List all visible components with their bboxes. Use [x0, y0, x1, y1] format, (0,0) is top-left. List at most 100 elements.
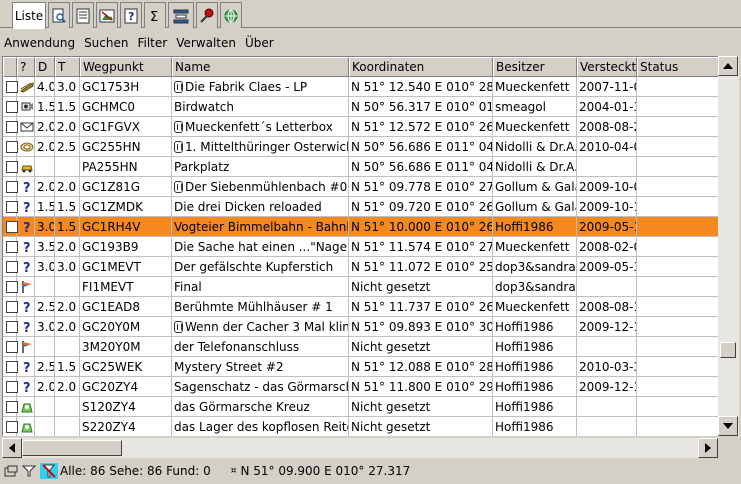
globe-icon	[224, 9, 238, 22]
vertical-scroll-thumb[interactable]	[720, 342, 736, 358]
table-row[interactable]: ? 3.5 2.0 GC193B9 Die Sache hat einen ..."Na…	[3, 237, 718, 257]
scroll-up-button[interactable]	[718, 56, 738, 76]
center-marker-icon: ¤	[230, 466, 237, 476]
table-row[interactable]: ? 2.5 1.5 GC25WEK Mystery Street #2 N 51° 12.…	[3, 357, 718, 377]
menu-suchen[interactable]: Suchen	[80, 34, 133, 54]
hidden-date-cell: 2004-01-3	[577, 97, 637, 117]
column-header-9[interactable]: Status	[637, 57, 718, 77]
table-row[interactable]: ? 3.0 2.0 GC20Y0M Wenn der Cacher 3 Mal klin…	[3, 317, 718, 337]
table-row[interactable]: S220ZY4 das Lager des kopflosen Reite Nich…	[3, 417, 718, 436]
hidden-date-cell: 2010-03-3	[577, 357, 637, 377]
window-toggle-icon[interactable]	[4, 465, 18, 477]
terrain-text: 2.0	[57, 380, 77, 394]
column-header-7[interactable]: Besitzer	[493, 57, 577, 77]
table-row[interactable]: ? 1.5 1.5 GC1ZMDK Die drei Dicken reloaded N …	[3, 197, 718, 217]
tab-map[interactable]	[220, 2, 242, 28]
tab-description[interactable]	[72, 2, 94, 28]
tab-statistics[interactable]: Σ	[144, 2, 166, 28]
owner-text: Hoffi1986	[495, 400, 554, 414]
menu-anwendung[interactable]: Anwendung	[0, 34, 80, 54]
table-row[interactable]: ? 3.0 3.0 GC1MEVT Der gefälschte Kupferstich…	[3, 257, 718, 277]
table-row[interactable]: PA255HN Parkplatz N 50° 56.686 E 011° 04. N…	[3, 157, 718, 177]
status-coordinates: N 51° 09.900 E 010° 27.317	[240, 464, 411, 478]
table-row[interactable]: 2.0 2.0 GC1FGVX Mueckenfett´s Letterbox N 51…	[3, 117, 718, 137]
difficulty-cell: 3.5	[35, 237, 55, 257]
status-cell	[637, 357, 718, 377]
tab-images[interactable]	[96, 2, 118, 28]
tab-goto[interactable]	[196, 2, 218, 28]
waypoint-cell: GC1RH4V	[80, 217, 172, 237]
name-cell: Die Sache hat einen ..."Nagel"	[172, 237, 349, 257]
scroll-left-button[interactable]	[2, 438, 22, 458]
horizontal-scrollbar[interactable]	[2, 438, 718, 458]
table-row[interactable]: 4.0 3.0 GC1753H Die Fabrik Claes - LP N 51° …	[3, 77, 718, 97]
owner-cell: dop3&sandra	[493, 257, 577, 277]
hidden-date-cell: 2008-08-2	[577, 117, 637, 137]
status-cell	[637, 97, 718, 117]
waypoint-cell: GC1ZMDK	[80, 197, 172, 217]
name-cell: 1. Mittelthüringer Osterwicht	[172, 137, 349, 157]
hidden-date-text: 2010-04-0	[579, 140, 637, 154]
name-cell: das Lager des kopflosen Reite	[172, 417, 349, 436]
name-text: das Lager des kopflosen Reite	[174, 420, 349, 434]
menu-filter[interactable]: Filter	[133, 34, 172, 54]
table-row[interactable]: ? 2.0 2.0 GC20ZY4 Sagenschatz - das Görmarsc…	[3, 377, 718, 397]
mystery-cache-icon: ?	[20, 180, 34, 196]
column-header-select[interactable]	[3, 57, 17, 77]
table-row[interactable]: 3M20Y0M der Telefonanschluss Nicht gesetzt…	[3, 337, 718, 357]
owner-cell: Mueckenfett	[493, 77, 577, 97]
waypoint-text: GC1EAD8	[82, 300, 140, 314]
travelbug-icon	[174, 121, 183, 133]
hidden-date-cell: 2007-11-0	[577, 77, 637, 97]
filter-off-icon[interactable]	[40, 463, 58, 479]
terrain-cell: 1.5	[55, 357, 80, 377]
hidden-date-text: 2010-03-3	[579, 360, 637, 374]
terrain-text: 2.0	[57, 120, 77, 134]
column-header-6[interactable]: Koordinaten	[349, 57, 493, 77]
tab-hints[interactable]: ?	[120, 2, 142, 28]
scroll-down-button[interactable]	[718, 416, 738, 436]
difficulty-text: 3.5	[37, 240, 55, 254]
status-bar: Alle: 86 Sehe: 86 Fund: 0 ¤ N 51° 09.900…	[0, 460, 741, 482]
difficulty-text: 3.0	[37, 320, 55, 334]
scroll-right-button[interactable]	[698, 438, 718, 458]
difficulty-text: 4.0	[37, 80, 55, 94]
owner-cell: Hoffi1986	[493, 337, 577, 357]
table-row[interactable]: FI1MEVT Final Nicht gesetzt dop3&sandra	[3, 277, 718, 297]
horizontal-scroll-thumb[interactable]	[22, 440, 122, 456]
owner-text: Mueckenfett	[495, 80, 570, 94]
table-row[interactable]: ? 2.5 2.0 GC1EAD8 Berühmte Mühlhäuser # 1 N 5…	[3, 297, 718, 317]
table-row[interactable]: S120ZY4 das Görmarsche Kreuz Nicht gesetzt…	[3, 397, 718, 417]
name-text: Mystery Street #2	[174, 360, 284, 374]
hidden-date-cell	[577, 157, 637, 177]
table-row[interactable]: ? 2.0 2.0 GC1Z81G Der Siebenmühlenbach #08 N …	[3, 177, 718, 197]
table-row[interactable]: 1.5 1.5 GCHMC0 Birdwatch N 50° 56.317 E 010°…	[3, 97, 718, 117]
menu-verwalten[interactable]: Verwalten	[172, 34, 241, 54]
column-header-2[interactable]: D	[35, 57, 55, 77]
column-header-1[interactable]: ?	[17, 57, 35, 77]
difficulty-cell: 2.5	[35, 297, 55, 317]
menu-ueber[interactable]: Über	[241, 34, 279, 54]
coordinates-cell: N 51° 11.072 E 010° 25.	[349, 257, 493, 277]
tab-filter[interactable]	[168, 2, 194, 28]
table-row[interactable]: ? 3.0 1.5 GC1RH4V Vogteier Bimmelbahn - Bahn…	[3, 217, 718, 237]
waypoint-cell: S120ZY4	[80, 397, 172, 417]
column-header-3[interactable]: T	[55, 57, 80, 77]
mystery-cache-icon: ?	[20, 260, 34, 276]
column-header-5[interactable]: Name	[172, 57, 349, 77]
cache-table[interactable]: ? D T Wegpunkt Name Koordinaten Besitzer Verste…	[2, 56, 718, 436]
terrain-cell: 2.0	[55, 117, 80, 137]
owner-text: Gollum & Gala	[495, 200, 577, 214]
column-header-4[interactable]: Wegpunkt	[80, 57, 172, 77]
funnel-icon[interactable]	[22, 465, 36, 477]
mystery-cache-icon: ?	[20, 320, 34, 336]
tab-bar: Liste ? Σ	[0, 0, 741, 29]
column-header-8[interactable]: Versteckt	[577, 57, 637, 77]
table-row[interactable]: 2.0 2.5 GC255HN 1. Mittelthüringer Osterwic…	[3, 137, 718, 157]
tab-search-page[interactable]	[48, 2, 70, 28]
vertical-scrollbar[interactable]	[718, 56, 739, 436]
coordinates-text: N 50° 56.686 E 011° 04.	[351, 140, 493, 154]
tab-liste[interactable]: Liste	[12, 2, 46, 29]
arrow-down-icon	[723, 423, 733, 429]
waypoint-cell: GC1EAD8	[80, 297, 172, 317]
